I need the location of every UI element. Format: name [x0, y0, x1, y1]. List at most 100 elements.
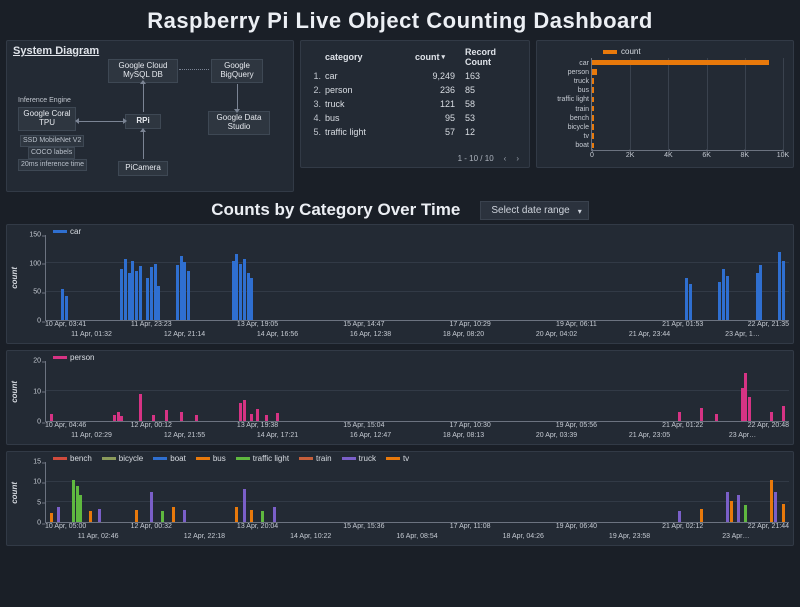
- x-tick: 14 Apr, 10:22: [290, 533, 331, 540]
- data-bar: [715, 414, 718, 421]
- x-tick: 15 Apr, 15:04: [343, 422, 384, 429]
- data-bar: [120, 269, 123, 320]
- edge-dashed: [179, 69, 209, 70]
- row-record-count: 12: [465, 127, 523, 137]
- bar-plot-area: 02K4K6K8K10K: [591, 58, 783, 151]
- table-row[interactable]: 4.bus9553: [307, 111, 523, 125]
- bar-category-label: car: [543, 60, 589, 67]
- x-tick: 16 Apr, 12:38: [350, 331, 391, 338]
- data-bar: [239, 264, 242, 320]
- bar-category-label: bench: [543, 115, 589, 122]
- legend-swatch: [386, 457, 400, 460]
- legend-text: truck: [359, 454, 376, 463]
- legend-text: bicycle: [119, 454, 143, 463]
- table-row[interactable]: 1.car9,249163: [307, 69, 523, 83]
- x-tick: 13 Apr, 19:38: [237, 422, 278, 429]
- bar-x-tick: 0: [590, 152, 594, 159]
- data-bar: [685, 278, 688, 321]
- x-tick: 20 Apr, 03:39: [536, 432, 577, 439]
- x-tick: 23 Apr…: [722, 533, 749, 540]
- row-index: 1.: [307, 71, 325, 81]
- car-xticks: 10 Apr, 03:4111 Apr, 23:2313 Apr, 19:051…: [45, 321, 789, 343]
- data-bar: [139, 394, 142, 421]
- node-picamera: PiCamera: [118, 161, 168, 176]
- next-page-icon[interactable]: ›: [516, 154, 519, 163]
- node-datastudio: Google Data Studio: [208, 111, 270, 135]
- legend-swatch: [196, 457, 210, 460]
- bar-chart-panel: count carpersontruckbustraffic lighttrai…: [536, 40, 794, 168]
- data-bar: [250, 278, 253, 321]
- data-bar: [243, 259, 246, 320]
- data-bar: [689, 284, 692, 320]
- summary-table-panel: category count▾ Record Count 1.car9,2491…: [300, 40, 530, 168]
- x-tick: 10 Apr, 04:46: [45, 422, 86, 429]
- table-row[interactable]: 5.traffic light5712: [307, 125, 523, 139]
- data-bar: [770, 480, 773, 522]
- data-bar: [726, 276, 729, 320]
- bar: [592, 69, 597, 75]
- bar-category-label: traffic light: [543, 96, 589, 103]
- y-tick: 10: [33, 479, 41, 486]
- data-bar: [61, 289, 64, 320]
- th-category[interactable]: category: [325, 52, 415, 62]
- bar-x-tick: 10K: [777, 152, 789, 159]
- legend-swatch: [53, 457, 67, 460]
- data-bar: [748, 397, 751, 421]
- y-tick: 0: [37, 419, 41, 426]
- edge-picam-rpi: [143, 132, 144, 159]
- x-tick: 14 Apr, 16:56: [257, 331, 298, 338]
- data-bar: [57, 507, 60, 522]
- row-record-count: 163: [465, 71, 523, 81]
- data-bar: [722, 269, 725, 320]
- legend-swatch: [236, 457, 250, 460]
- car-legend: car: [53, 227, 81, 236]
- x-tick: 22 Apr, 20:48: [748, 422, 789, 429]
- x-tick: 22 Apr, 21:35: [748, 321, 789, 328]
- bar-category-label: truck: [543, 78, 589, 85]
- page-title: Raspberry Pi Live Object Counting Dashbo…: [6, 8, 794, 34]
- bar-x-tick: 2K: [626, 152, 635, 159]
- legend-text: tv: [403, 454, 409, 463]
- x-tick: 17 Apr, 10:30: [450, 422, 491, 429]
- data-bar: [782, 406, 785, 421]
- legend-item: train: [299, 454, 332, 463]
- legend-text: bench: [70, 454, 92, 463]
- x-tick: 23 Apr…: [729, 432, 756, 439]
- data-bar: [180, 256, 183, 320]
- data-bar: [759, 265, 762, 320]
- legend-label: count: [621, 47, 641, 56]
- th-record-count[interactable]: Record Count: [465, 47, 523, 67]
- row-index: 4.: [307, 113, 325, 123]
- data-bar: [135, 271, 138, 320]
- bar-x-tick: 4K: [664, 152, 673, 159]
- data-bar: [782, 504, 785, 522]
- y-tick: 0: [37, 520, 41, 527]
- table-row[interactable]: 2.person23685: [307, 83, 523, 97]
- row-count: 95: [415, 113, 465, 123]
- row-category: person: [325, 85, 415, 95]
- prev-page-icon[interactable]: ‹: [504, 154, 507, 163]
- th-count[interactable]: count▾: [415, 52, 465, 62]
- person-plot: [45, 361, 789, 422]
- data-bar: [770, 412, 773, 421]
- x-tick: 11 Apr, 23:23: [131, 321, 172, 328]
- date-range-select[interactable]: Select date range ▾: [480, 201, 588, 220]
- bar: [592, 60, 769, 66]
- bar: [592, 143, 594, 149]
- x-tick: 15 Apr, 15:36: [343, 523, 384, 530]
- legend-text: train: [316, 454, 332, 463]
- data-bar: [243, 400, 246, 421]
- legend-item: bus: [196, 454, 226, 463]
- table-row[interactable]: 3.truck12158: [307, 97, 523, 111]
- bar-chart-legend: count: [543, 45, 787, 58]
- y-tick: 15: [33, 459, 41, 466]
- data-bar: [76, 486, 79, 522]
- y-tick: 10: [33, 388, 41, 395]
- data-bar: [778, 252, 781, 320]
- legend-text: boat: [170, 454, 186, 463]
- data-bar: [730, 501, 733, 522]
- x-tick: 12 Apr, 22:18: [184, 533, 225, 540]
- x-tick: 18 Apr, 08:20: [443, 331, 484, 338]
- data-bar: [135, 510, 138, 522]
- row-category: bus: [325, 113, 415, 123]
